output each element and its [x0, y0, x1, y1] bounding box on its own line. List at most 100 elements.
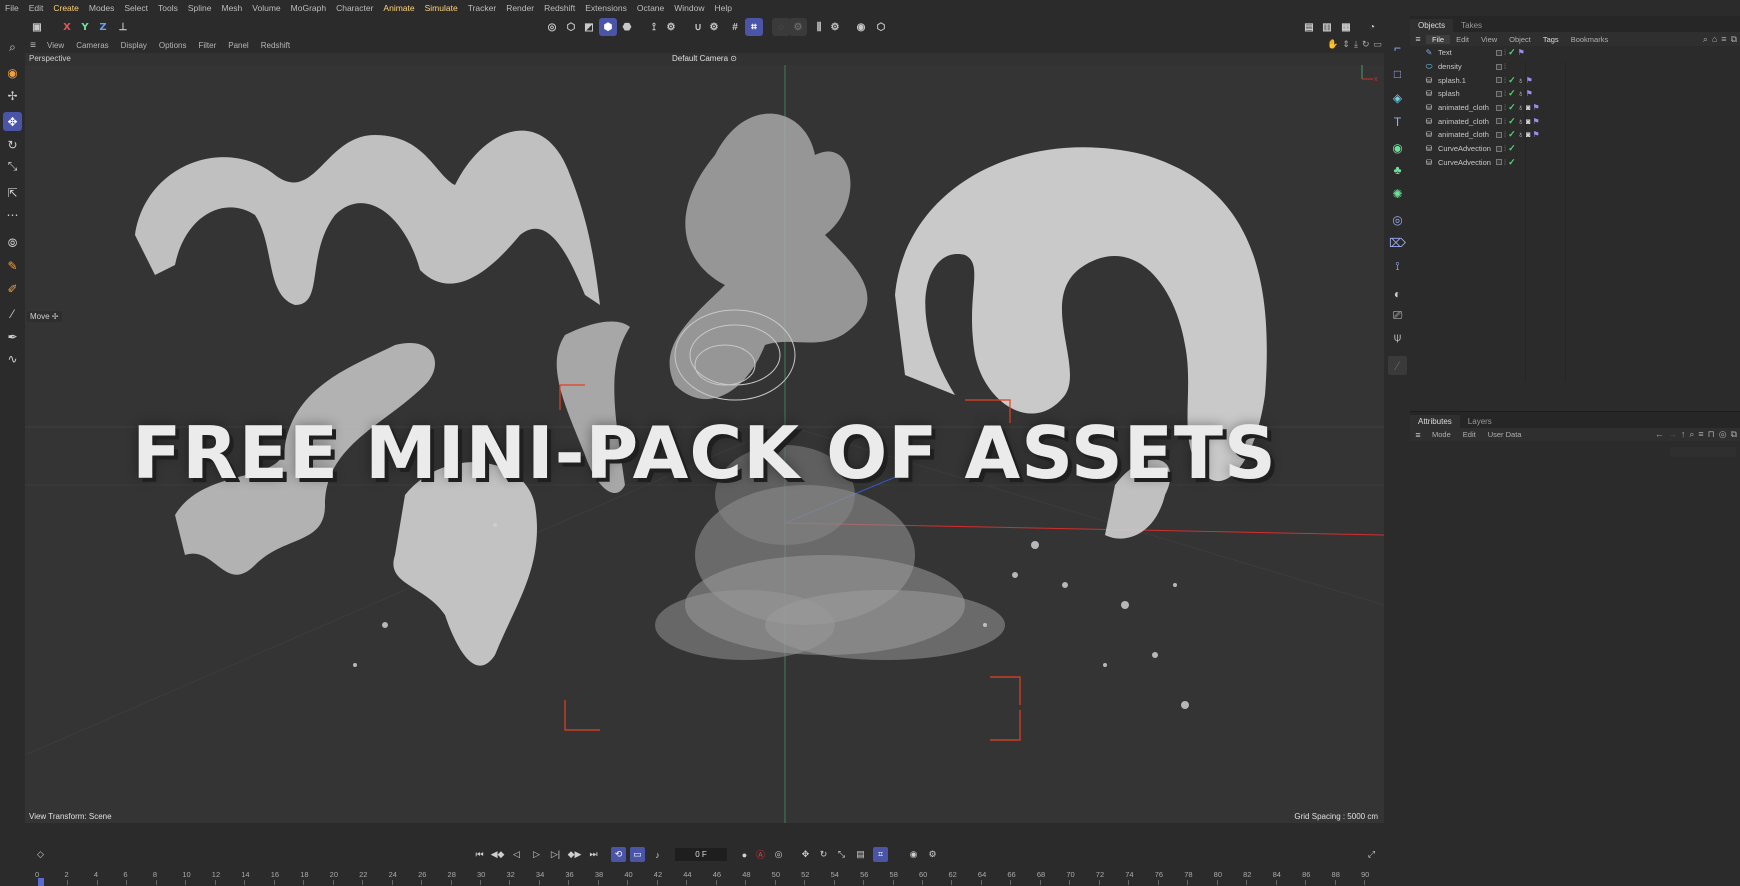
sound-icon[interactable]: ♪ — [650, 847, 665, 862]
object-row[interactable]: ⛁ animated_cloth ⁞ ✓ ♁ ◙ ⚑ — [1410, 114, 1740, 128]
object-row[interactable]: ⛁ splash.1 ⁞ ✓ ♁ ⚑ — [1410, 73, 1740, 87]
axis-y-toggle[interactable]: Y — [76, 18, 94, 36]
playhead[interactable] — [38, 878, 44, 886]
placement-tool-icon[interactable]: ⋯ — [3, 205, 22, 224]
select-live-icon[interactable]: ◉ — [3, 63, 22, 82]
object-tag-icon[interactable]: ♁ — [1518, 130, 1524, 139]
points-mode-icon[interactable]: ⬢ — [599, 18, 617, 36]
visibility-dots-icon[interactable]: ⁞ — [1504, 130, 1506, 139]
texture-mode-icon[interactable]: ◩ — [580, 18, 598, 36]
timeline-expand-icon[interactable]: ⤢ — [1364, 847, 1379, 862]
attr-new-window-icon[interactable]: ⧉ — [1731, 429, 1737, 440]
key-param-icon[interactable]: ▤ — [853, 847, 868, 862]
new-window-icon[interactable]: ⧉ — [1731, 34, 1737, 45]
axis-mode-icon[interactable]: ⟟ — [645, 18, 663, 36]
viewport-menu-redshift[interactable]: Redshift — [255, 41, 296, 50]
zoom-icon[interactable]: ⌕ — [3, 38, 22, 57]
key-pla-icon[interactable]: ⌗ — [873, 847, 888, 862]
environment-icon[interactable]: ◐ — [1388, 284, 1407, 303]
snap-settings-icon[interactable]: ⚙ — [705, 18, 723, 36]
layer-square[interactable] — [1496, 77, 1502, 84]
enabled-check-icon[interactable]: ✓ — [1508, 102, 1516, 113]
rotate-tool-icon[interactable]: ↻ — [3, 135, 22, 154]
zoom-camera-icon[interactable]: ⤓ — [1354, 39, 1358, 50]
enabled-check-icon[interactable]: ✓ — [1508, 75, 1516, 86]
menu-character[interactable]: Character — [331, 0, 378, 16]
grid-snap-icon[interactable]: ⌗ — [745, 18, 763, 36]
objects-menu-file[interactable]: File — [1426, 34, 1451, 44]
layer-square[interactable] — [1496, 145, 1502, 152]
objects-menu-edit[interactable]: Edit — [1450, 35, 1475, 44]
object-row[interactable]: ✎ Text ⁞ ✓ ⚑ — [1410, 46, 1740, 60]
selection-settings-icon[interactable]: ✢ — [3, 86, 22, 105]
object-row[interactable]: ⬭ density ⁞ — [1410, 60, 1740, 74]
tab-attributes[interactable]: Attributes — [1410, 415, 1460, 428]
object-row[interactable]: ⛁ animated_cloth ⁞ ✓ ♁ ◙ ⚑ — [1410, 128, 1740, 142]
object-tag-icon[interactable]: ◙ — [1526, 117, 1531, 126]
attr-filter-icon[interactable]: ≡ — [1698, 429, 1703, 440]
timeline-settings-icon[interactable]: ⚙ — [925, 847, 940, 862]
next-key-icon[interactable]: ◆▶ — [567, 847, 582, 862]
object-tag-icon[interactable]: ♁ — [1518, 103, 1524, 112]
attributes-hamburger-icon[interactable]: ≡ — [1410, 430, 1426, 440]
autokey-icon[interactable]: Ⓐ — [753, 847, 768, 862]
layer-square[interactable] — [1496, 104, 1502, 111]
spline-pen-icon[interactable]: ✎ — [3, 256, 22, 275]
brush-icon[interactable]: ⁄ — [3, 304, 22, 323]
objects-menu-object[interactable]: Object — [1503, 35, 1537, 44]
material-tag-icon[interactable]: ⚑ — [1532, 117, 1539, 126]
key-move-icon[interactable]: ✥ — [798, 847, 813, 862]
model-mode-icon[interactable]: ◎ — [543, 18, 561, 36]
deformer-icon[interactable]: ✺ — [1388, 184, 1407, 203]
objects-menu-tags[interactable]: Tags — [1537, 35, 1565, 44]
render-view-icon[interactable]: ▤ — [1300, 18, 1318, 36]
disabled-tool-icon[interactable]: ⁄ — [1388, 356, 1407, 375]
viewport-menu-filter[interactable]: Filter — [192, 41, 222, 50]
hair-icon[interactable]: ⟟ — [1388, 257, 1407, 276]
viewport-menu-cameras[interactable]: Cameras — [70, 41, 114, 50]
polygon-mode-icon[interactable]: ⬣ — [618, 18, 636, 36]
redshift-icon[interactable]: ⬡ — [872, 18, 890, 36]
text-spline-icon[interactable]: T — [1388, 112, 1407, 131]
viewport-menu-display[interactable]: Display — [115, 41, 153, 50]
active-camera-label[interactable]: Default Camera ⊙ — [672, 54, 737, 63]
viewport-hamburger-icon[interactable]: ≡ — [25, 40, 41, 51]
tab-layers[interactable]: Layers — [1460, 415, 1500, 428]
record-position-icon[interactable]: ● — [737, 847, 752, 862]
visibility-dots-icon[interactable]: ⁞ — [1504, 158, 1506, 167]
prev-frame-icon[interactable]: ◁ — [509, 847, 524, 862]
key-rotate-icon[interactable]: ↻ — [816, 847, 831, 862]
visibility-dots-icon[interactable]: ⁞ — [1504, 48, 1506, 57]
object-tag-icon[interactable]: ♁ — [1518, 89, 1524, 98]
attr-search-icon[interactable]: ⌕ — [1689, 429, 1694, 440]
move-camera-icon[interactable]: ⇕ — [1342, 39, 1350, 50]
rotate-camera-icon[interactable]: ↻ — [1362, 39, 1370, 50]
menu-volume[interactable]: Volume — [247, 0, 285, 16]
sculpt-icon[interactable]: ∿ — [3, 349, 22, 368]
goto-start-icon[interactable]: ⏮ — [472, 847, 487, 862]
visibility-dots-icon[interactable]: ⁞ — [1504, 76, 1506, 85]
object-row[interactable]: ⛁ animated_cloth ⁞ ✓ ♁ ◙ ⚑ — [1410, 101, 1740, 115]
scale-tool-icon[interactable]: ⤡ — [3, 157, 22, 176]
cube-icon[interactable]: ◈ — [1388, 88, 1407, 107]
layer-square[interactable] — [1496, 90, 1502, 97]
menu-extensions[interactable]: Extensions — [580, 0, 632, 16]
camera-object-icon[interactable]: ⎚ — [1388, 306, 1407, 325]
objects-hamburger-icon[interactable]: ≡ — [1410, 34, 1426, 44]
visibility-dots-icon[interactable]: ⁞ — [1504, 103, 1506, 112]
attributes-menu-edit[interactable]: Edit — [1457, 430, 1482, 439]
home-icon[interactable]: ⌂ — [1712, 34, 1717, 45]
render-picture-viewer-icon[interactable]: ▥ — [1318, 18, 1336, 36]
cloner-icon[interactable]: ♣ — [1388, 160, 1407, 179]
enabled-check-icon[interactable]: ✓ — [1508, 157, 1516, 168]
enabled-check-icon[interactable]: ✓ — [1508, 116, 1516, 127]
layer-square[interactable] — [1496, 118, 1502, 125]
record-icon[interactable]: ◎ — [771, 847, 786, 862]
enabled-check-icon[interactable]: ✓ — [1508, 47, 1516, 58]
menu-mograph[interactable]: MoGraph — [286, 0, 331, 16]
transform-tool-icon[interactable]: ⇱ — [3, 183, 22, 202]
axis-x-toggle[interactable]: X — [58, 18, 76, 36]
objects-menu-view[interactable]: View — [1475, 35, 1503, 44]
filter-icon[interactable]: ≡ — [1721, 34, 1726, 45]
generator-icon[interactable]: ◉ — [1388, 138, 1407, 157]
